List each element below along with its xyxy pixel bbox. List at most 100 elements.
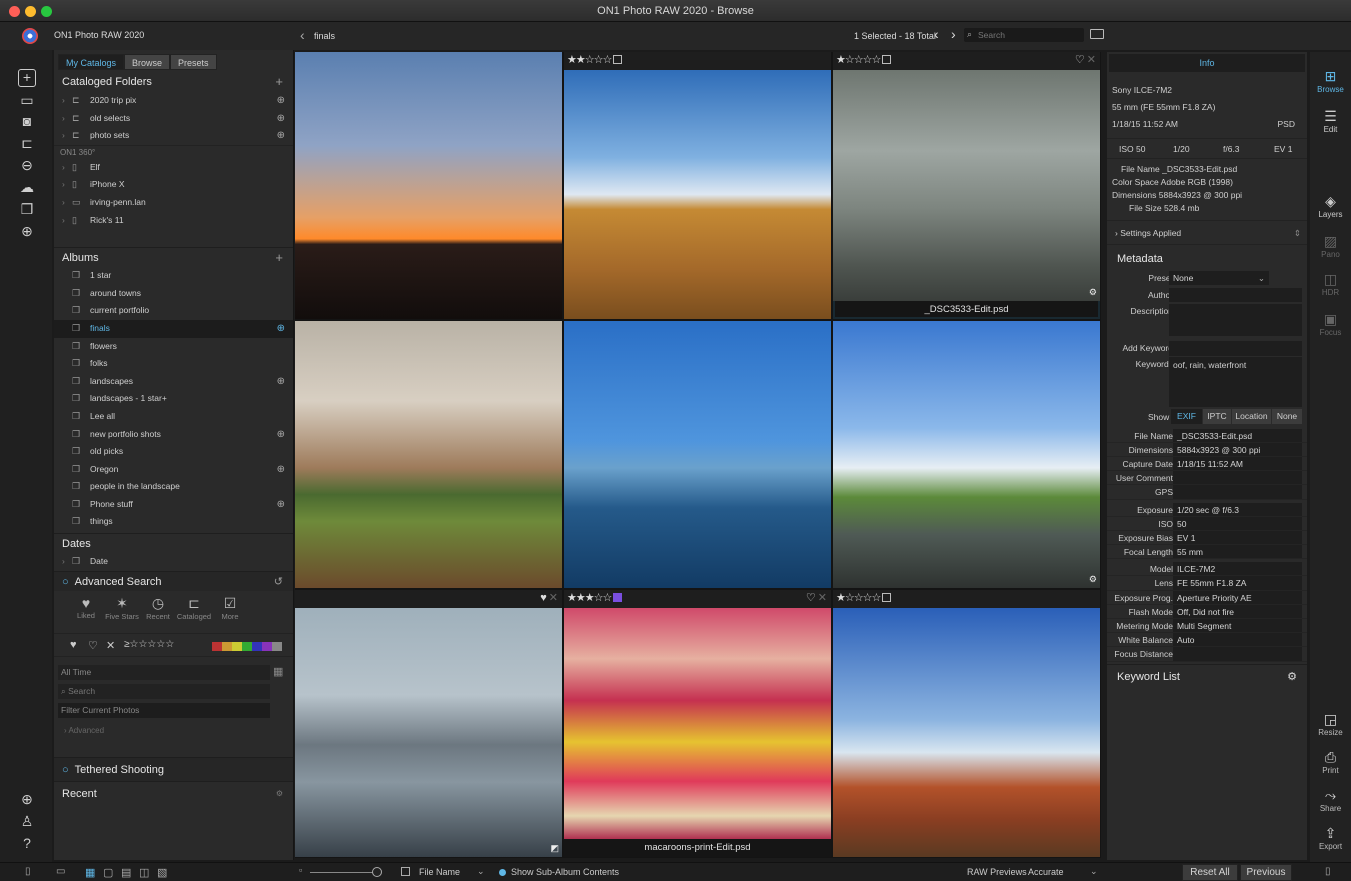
gear-icon[interactable]: ⚙ — [1089, 287, 1097, 298]
color-label-box[interactable] — [882, 593, 892, 602]
gear-icon[interactable]: ⚙ — [1089, 574, 1097, 585]
like-reject-controls[interactable]: ♡ ✕ — [1075, 53, 1096, 66]
exif-value[interactable]: EV 1 — [1173, 530, 1302, 545]
thumb-size-slider[interactable] — [310, 872, 378, 873]
compare-view-icon[interactable]: ◫ — [139, 866, 149, 879]
exif-value[interactable] — [1173, 485, 1302, 499]
photo-thumbnail[interactable] — [295, 52, 562, 319]
albums-header[interactable]: Albums + — [54, 247, 293, 267]
exif-value[interactable]: Aperture Priority AE — [1173, 590, 1302, 604]
device-item[interactable]: › ▯ iPhone X — [54, 176, 293, 194]
exif-value[interactable]: 1/20 sec @ f/6.3 — [1173, 502, 1302, 516]
album-item[interactable]: ❒ landscapes ⊕ — [54, 373, 293, 391]
photo-thumbnail[interactable] — [564, 321, 831, 588]
color-label-filter[interactable] — [212, 641, 282, 652]
target-icon[interactable]: ⊕ — [277, 127, 285, 145]
target-icon[interactable]: ⊕ — [277, 461, 285, 479]
search-preset-liked[interactable]: ♥ Liked — [66, 595, 106, 620]
album-item[interactable]: ❒ folks — [54, 355, 293, 373]
recent-header[interactable]: Recent ⚙ — [54, 780, 293, 806]
photo-thumbnail[interactable]: ♥ ✕ ◩ — [295, 590, 562, 857]
device-item[interactable]: › ▯ Elf — [54, 159, 293, 177]
minimize-window-button[interactable] — [25, 6, 36, 17]
photo-thumbnail[interactable]: ★★★☆☆ ♡ ✕ macaroons-print-Edit.psd — [564, 590, 831, 857]
album-item[interactable]: ❒ Phone stuff ⊕ — [54, 496, 293, 514]
camera-icon[interactable]: ◙ — [18, 112, 36, 130]
info-tab[interactable]: Info — [1109, 54, 1305, 72]
search-preset-five-stars[interactable]: ✶ Five Stars — [102, 595, 142, 621]
album-item[interactable]: ❒ people in the landscape — [54, 478, 293, 496]
album-item[interactable]: ❒ finals ⊕ — [54, 319, 293, 338]
reject-icon[interactable]: ✕ — [1087, 54, 1096, 66]
tab-presets[interactable]: Presets — [170, 54, 217, 70]
star-filter[interactable]: ≥☆☆☆☆☆ — [124, 639, 174, 650]
exif-value[interactable]: Auto — [1173, 633, 1302, 647]
thumb-size-slider-handle[interactable] — [372, 867, 382, 877]
zoom-window-button[interactable] — [41, 6, 52, 17]
sort-order-icon[interactable] — [401, 867, 410, 876]
like-reject-controls[interactable]: ♡ ✕ — [806, 591, 827, 604]
color-label-box[interactable] — [613, 55, 623, 64]
device-item[interactable]: › ▭ irving-penn.lan — [54, 194, 293, 212]
album-item[interactable]: ❒ old picks — [54, 443, 293, 461]
gear-icon[interactable]: ⚙ — [276, 782, 283, 806]
add-album-icon[interactable]: + — [275, 248, 283, 268]
close-window-button[interactable] — [9, 6, 20, 17]
show-location-tab[interactable]: Location — [1232, 408, 1271, 424]
show-iptc-tab[interactable]: IPTC — [1203, 408, 1231, 424]
tethered-shooting-header[interactable]: ○ Tethered Shooting — [54, 756, 293, 781]
back-folder-label[interactable]: finals — [314, 31, 335, 41]
heart-icon[interactable]: ♡ — [1075, 54, 1085, 66]
reject-icon[interactable]: ✕ — [106, 639, 115, 652]
monitor-icon[interactable]: ▭ — [56, 866, 65, 877]
exif-value[interactable] — [1173, 471, 1302, 485]
module-layers[interactable]: ◈ Layers — [1310, 192, 1351, 219]
color-label-box[interactable] — [882, 55, 892, 64]
module-focus[interactable]: ▣ Focus — [1310, 310, 1351, 337]
keywords-field[interactable]: oof, rain, waterfront — [1169, 356, 1302, 407]
sub-album-radio[interactable] — [499, 869, 506, 876]
search-preset-more[interactable]: ☑ More — [210, 595, 250, 621]
detail-view-icon[interactable]: ▢ — [103, 866, 113, 879]
target-icon[interactable]: ⊕ — [18, 222, 36, 240]
module-edit[interactable]: ☰ Edit — [1310, 107, 1351, 134]
target-icon[interactable]: ⊕ — [277, 426, 285, 444]
reject-icon[interactable]: ✕ — [818, 592, 827, 604]
user-icon[interactable]: ♙ — [18, 812, 36, 830]
keyword-list-header[interactable]: Keyword List ⚙ — [1107, 663, 1307, 688]
panel-toggle-icon[interactable]: ▯ — [1325, 866, 1331, 877]
photo-thumbnail[interactable] — [295, 321, 562, 588]
albums-icon[interactable]: ❒ — [18, 200, 36, 218]
album-item[interactable]: ❒ around towns — [54, 285, 293, 303]
album-item[interactable]: ❒ 1 star — [54, 267, 293, 285]
album-item[interactable]: ❒ new portfolio shots ⊕ — [54, 426, 293, 444]
tab-my-catalogs[interactable]: My Catalogs — [58, 54, 125, 70]
description-field[interactable] — [1169, 304, 1302, 337]
action-print[interactable]: ⎙ Print — [1310, 748, 1351, 775]
album-item[interactable]: ❒ flowers — [54, 338, 293, 356]
search-field[interactable]: ⌕ Search — [58, 683, 270, 699]
liked-filter-icon[interactable]: ♥ — [70, 639, 77, 651]
folder-icon[interactable]: ⊏ — [18, 134, 36, 152]
folder-item[interactable]: › ⊏ photo sets ⊕ — [54, 127, 293, 145]
target-icon[interactable]: ⊕ — [277, 92, 285, 110]
action-share[interactable]: ⤳ Share — [1310, 786, 1351, 813]
color-label-box[interactable] — [613, 593, 623, 602]
map-view-icon[interactable]: ▧ — [157, 866, 167, 879]
exif-value[interactable]: _DSC3533-Edit.psd — [1173, 428, 1302, 442]
album-item[interactable]: ❒ Lee all — [54, 408, 293, 426]
show-none-tab[interactable]: None — [1272, 408, 1302, 424]
dates-header[interactable]: Dates — [54, 533, 293, 553]
star-rating[interactable]: ★★★☆☆ — [567, 591, 623, 604]
star-rating[interactable]: ★★☆☆☆ — [567, 53, 623, 66]
preset-select[interactable]: None ⌄ — [1169, 271, 1269, 286]
show-exif-tab[interactable]: EXIF — [1171, 408, 1202, 424]
time-field[interactable]: All Time — [58, 664, 270, 680]
author-field[interactable] — [1169, 288, 1302, 303]
reset-all-button[interactable]: Reset All — [1182, 864, 1238, 881]
folder-item[interactable]: › ⊏ 2020 trip pix ⊕ — [54, 92, 293, 110]
device-item[interactable]: › ▯ Rick's 11 — [54, 212, 293, 230]
reject-icon[interactable]: ✕ — [549, 592, 558, 604]
star-rating[interactable]: ★☆☆☆☆ — [836, 53, 892, 66]
search-preset-cataloged[interactable]: ⊏ Cataloged — [174, 595, 214, 621]
